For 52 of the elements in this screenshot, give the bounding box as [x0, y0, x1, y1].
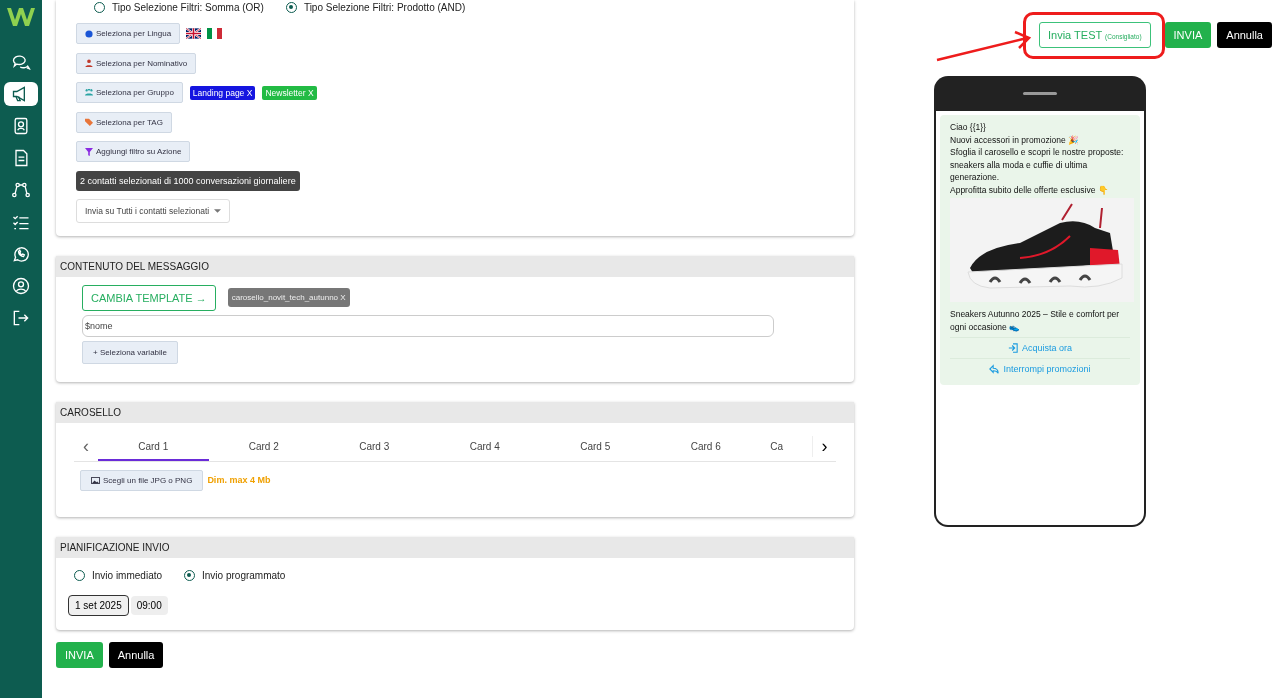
time-field[interactable]: 09:00	[130, 595, 168, 615]
choose-file-button[interactable]: Scegli un file JPG o PNG	[80, 469, 204, 491]
filter-filter-button[interactable]: Aggiungi filtro su Azione	[76, 141, 191, 163]
radio-label: Tipo Selezione Filtri: Prodotto (AND)	[303, 2, 466, 13]
tag-icon	[85, 118, 93, 127]
login-icon	[1008, 343, 1018, 353]
section-title: CONTENUTO DEL MESSAGGIO	[56, 255, 854, 277]
italy-flag-icon	[207, 28, 223, 40]
group-icon	[85, 88, 93, 97]
message-text: Ciao {{1}}	[950, 121, 987, 134]
card-tab[interactable]: Card 3	[319, 432, 430, 461]
send-target-dropdown[interactable]: Invia su Tutti i contatti selezionati	[76, 198, 231, 223]
section-title: CAROSELLO	[56, 401, 854, 423]
previous-tab-button[interactable]: ‹	[74, 436, 98, 457]
max-size-note: Dim. max 4 Mb	[207, 475, 271, 485]
radio-label: Tipo Selezione Filtri: Somma (OR)	[112, 2, 264, 13]
message-text: Approfitta subito delle offerte esclusive 👇	[950, 183, 1110, 196]
message-text: Nuovi accessori in promozione 🎉	[950, 133, 1081, 146]
language-filter-button[interactable]: Seleziona per Lingua	[76, 23, 181, 45]
selection-summary: 2 contatti selezionati di 1000 conversazioni giornaliere	[76, 171, 300, 192]
card-tab[interactable]: Card 4	[429, 432, 540, 461]
image-icon	[91, 476, 100, 484]
date-field[interactable]: 1 set 2025	[68, 594, 129, 616]
card-tab[interactable]: Card 2	[208, 432, 319, 461]
language-icon	[85, 29, 93, 38]
radio-label: Invio immediato	[92, 569, 163, 581]
person-icon	[85, 59, 93, 68]
logo-icon	[6, 6, 36, 28]
template-chip[interactable]: carosello_novit_tech_autunno X	[227, 288, 350, 307]
card-tab[interactable]: Card 1	[98, 432, 209, 461]
add-variable-button[interactable]: + Seleziona variabile	[82, 340, 179, 364]
card-tab[interactable]: Card 6	[650, 432, 761, 461]
uk-flag-icon	[186, 28, 202, 40]
card-tab[interactable]: Ca	[761, 432, 787, 461]
group-chip[interactable]: Landing page X	[189, 85, 256, 100]
variable-input-field[interactable]: $nome	[82, 314, 774, 337]
tag-filter-button[interactable]: Seleziona per TAG	[76, 111, 172, 133]
filter-icon	[85, 147, 93, 156]
card-caption: Sneakers Autunno 2025 – Stile e comfort per ogni occasione 👟	[950, 308, 1121, 333]
group-filter-button[interactable]: Seleziona per Gruppo	[76, 82, 183, 104]
person-filter-button[interactable]: Seleziona per Nominativo	[76, 52, 197, 74]
cancel-button[interactable]: Annulla	[108, 641, 164, 668]
radio-label: Invio programmato	[202, 569, 286, 581]
message-text: Sfoglia il carosello e scopri le nostre proposte: sneakers alla moda e cuffie di ultima generazione.	[950, 146, 1125, 184]
reply-icon	[989, 364, 1000, 374]
section-title: PIANIFICAZIONE INVIO	[56, 536, 854, 558]
caret-icon	[214, 208, 222, 213]
next-tab-button[interactable]: ›	[812, 436, 836, 457]
cancel-button[interactable]: Annulla	[1217, 22, 1272, 48]
megaphone-icon[interactable]	[4, 82, 38, 106]
speaker-icon	[1023, 92, 1057, 95]
card-tab[interactable]: Card 5	[540, 432, 651, 461]
